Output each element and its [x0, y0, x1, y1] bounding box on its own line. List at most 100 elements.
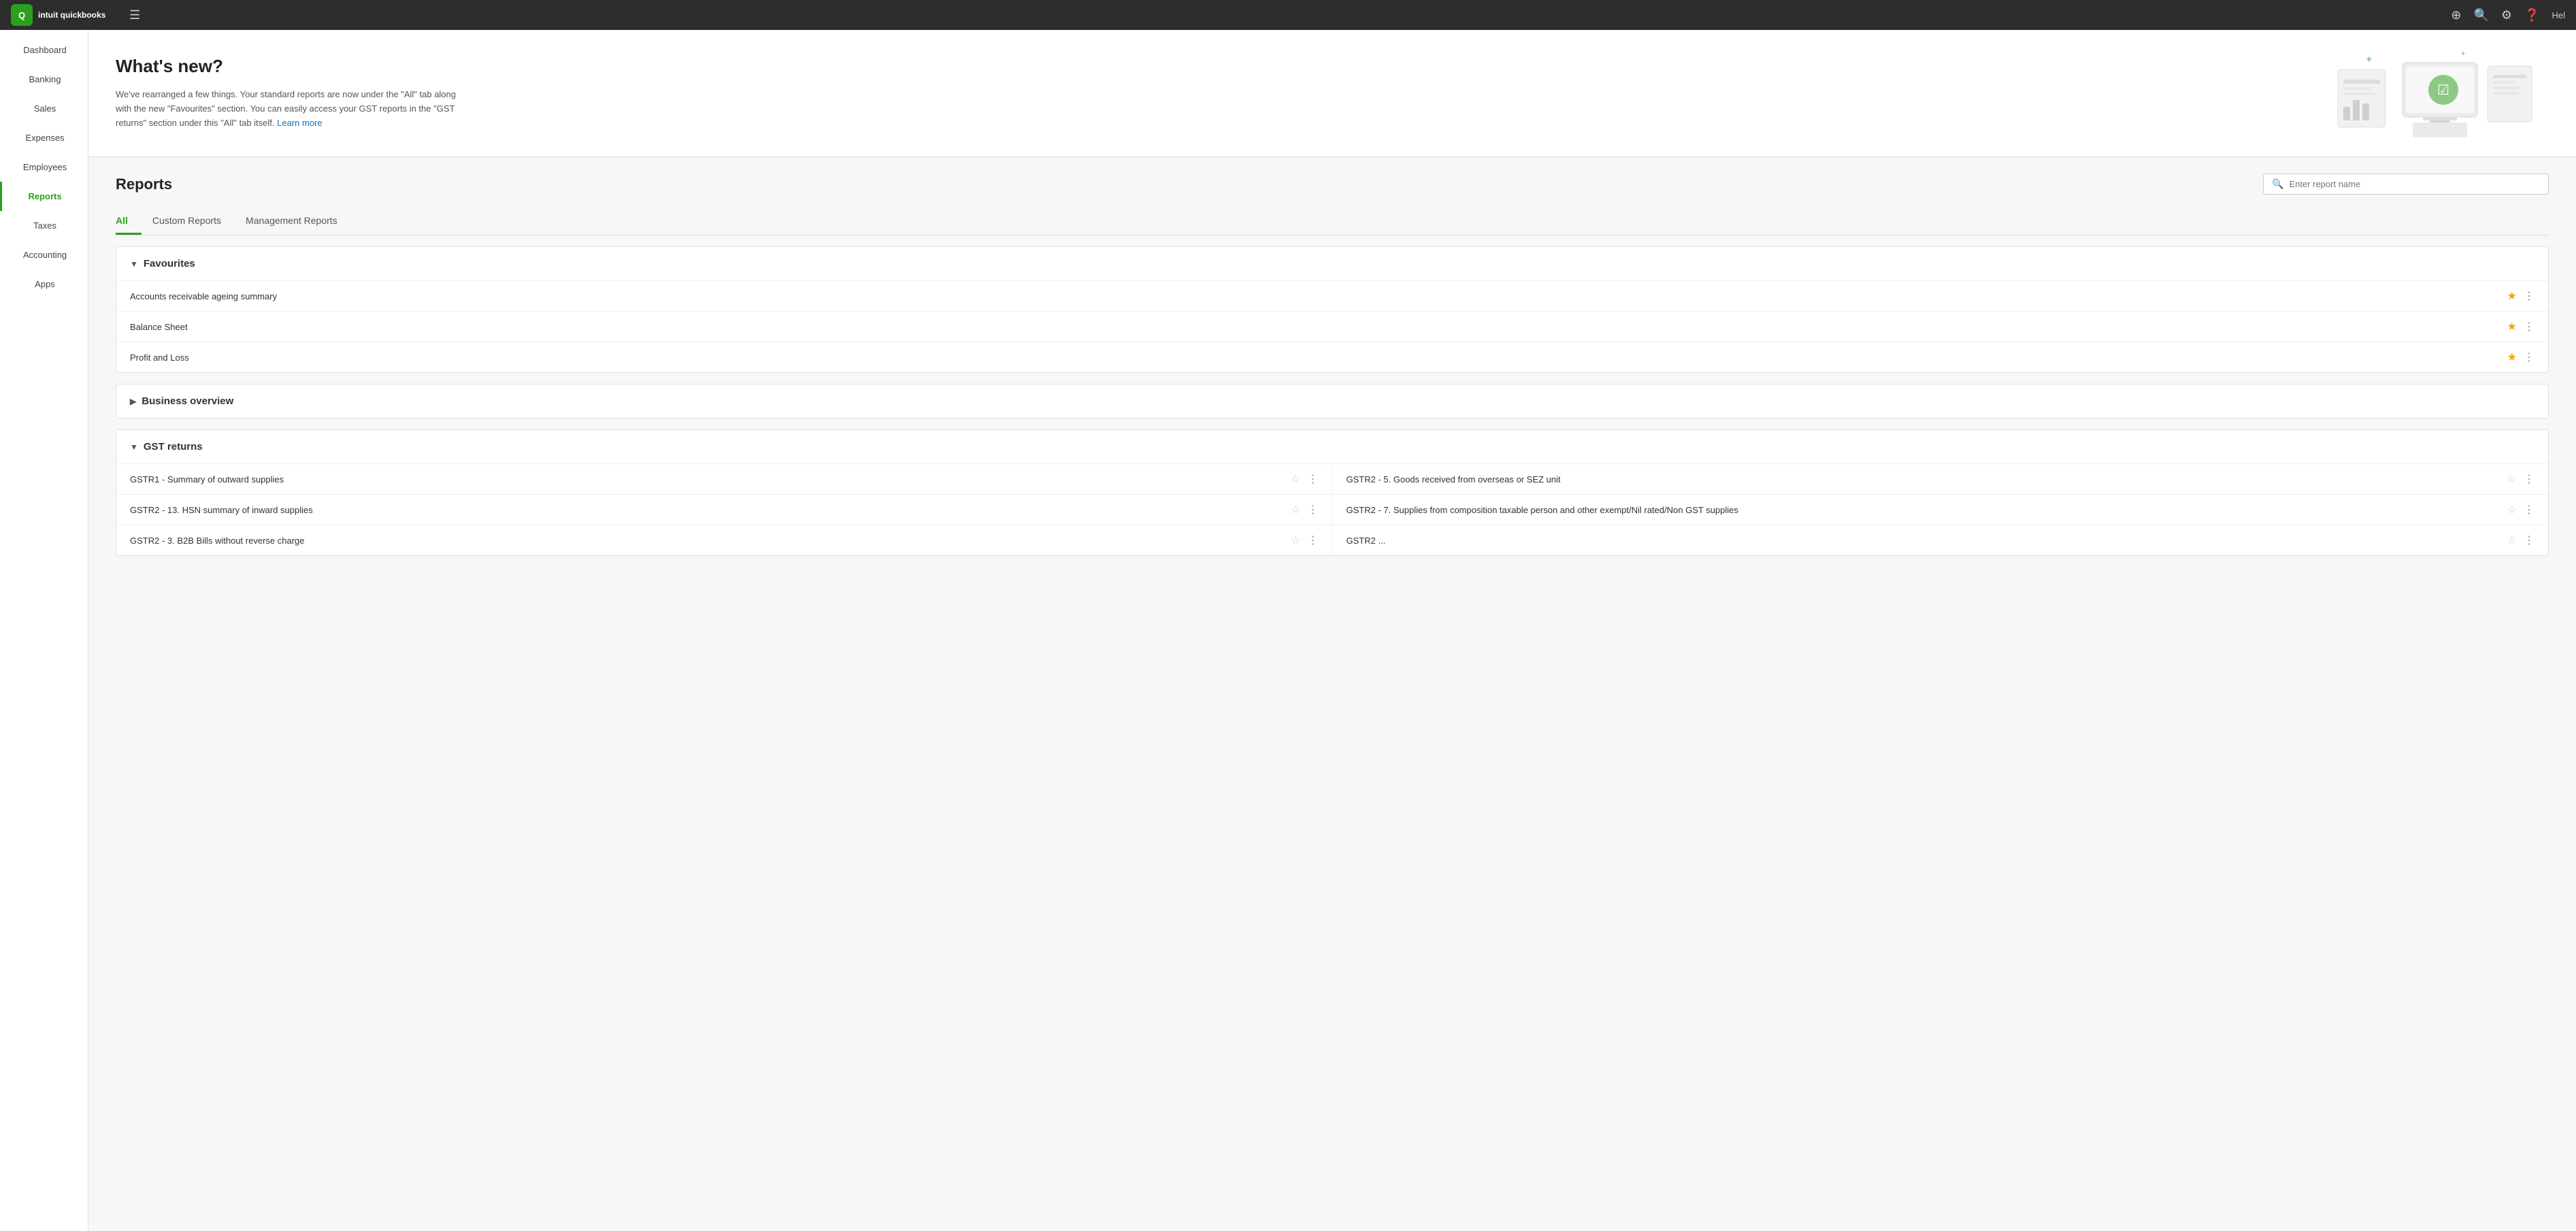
- report-row-actions: ☆ ⋮: [1291, 503, 1318, 516]
- qb-logo: Q intuit quickbooks: [11, 4, 120, 26]
- gear-icon[interactable]: ⚙: [2501, 8, 2512, 22]
- star-icon[interactable]: ☆: [1291, 472, 1300, 486]
- report-name: GSTR2 ...: [1347, 536, 2507, 546]
- gst-returns-title: GST returns: [144, 441, 203, 453]
- more-options-icon[interactable]: ⋮: [2524, 350, 2534, 364]
- reports-header: Reports 🔍: [116, 174, 2549, 195]
- star-icon[interactable]: ★: [2507, 350, 2517, 364]
- star-icon[interactable]: ★: [2507, 320, 2517, 333]
- svg-text:✦: ✦: [2365, 54, 2373, 65]
- star-icon[interactable]: ☆: [2507, 472, 2517, 486]
- tab-management-reports[interactable]: Management Reports: [246, 208, 351, 235]
- business-overview-title: Business overview: [142, 395, 233, 407]
- qb-logo-icon: Q: [11, 4, 33, 26]
- plus-icon[interactable]: ⊕: [2451, 8, 2461, 22]
- favourites-header[interactable]: ▼ Favourites: [116, 247, 2548, 280]
- more-options-icon[interactable]: ⋮: [2524, 503, 2534, 516]
- report-name: GSTR2 - 13. HSN summary of inward suppli…: [130, 505, 1291, 515]
- report-row[interactable]: GSTR2 - 5. Goods received from overseas …: [1333, 463, 2549, 494]
- report-row[interactable]: GSTR2 ... ☆ ⋮: [1333, 525, 2549, 555]
- svg-text:☑: ☑: [2437, 83, 2449, 98]
- report-name: Profit and Loss: [130, 352, 2507, 363]
- more-options-icon[interactable]: ⋮: [2524, 534, 2534, 547]
- reports-section: Reports 🔍 All Custom Reports Management …: [88, 157, 2576, 1231]
- report-row[interactable]: Accounts receivable ageing summary ★ ⋮: [116, 280, 2548, 311]
- help-icon[interactable]: ❓: [2524, 8, 2539, 22]
- reports-title: Reports: [116, 176, 172, 193]
- svg-text:✦: ✦: [2460, 50, 2466, 58]
- sidebar-item-reports[interactable]: Reports: [0, 182, 88, 211]
- svg-text:intuit quickbooks: intuit quickbooks: [38, 10, 106, 20]
- chevron-right-icon: ▶: [130, 397, 136, 406]
- search-icon[interactable]: 🔍: [2474, 8, 2489, 22]
- whats-new-title: What's new?: [116, 56, 469, 77]
- report-row[interactable]: GSTR2 - 3. B2B Bills without reverse cha…: [116, 525, 1332, 555]
- report-name: GSTR2 - 7. Supplies from composition tax…: [1347, 505, 2507, 515]
- report-name: Balance Sheet: [130, 322, 2507, 332]
- sidebar-item-dashboard[interactable]: Dashboard: [0, 35, 88, 65]
- search-input[interactable]: [2289, 179, 2540, 189]
- sidebar-item-taxes[interactable]: Taxes: [0, 211, 88, 240]
- sidebar-item-sales[interactable]: Sales: [0, 94, 88, 123]
- learn-more-link[interactable]: Learn more: [277, 118, 322, 128]
- svg-text:Q: Q: [18, 10, 25, 20]
- whats-new-banner: What's new? We've rearranged a few thing…: [88, 30, 2576, 157]
- logo-text: intuit quickbooks: [38, 5, 120, 24]
- report-row-actions: ☆ ⋮: [1291, 534, 1318, 547]
- sidebar-item-banking[interactable]: Banking: [0, 65, 88, 94]
- report-row-actions: ★ ⋮: [2507, 350, 2534, 364]
- report-row[interactable]: GSTR2 - 13. HSN summary of inward suppli…: [116, 494, 1332, 525]
- sidebar-item-expenses[interactable]: Expenses: [0, 123, 88, 152]
- report-row[interactable]: Balance Sheet ★ ⋮: [116, 311, 2548, 342]
- more-options-icon[interactable]: ⋮: [2524, 472, 2534, 486]
- star-icon[interactable]: ☆: [2507, 534, 2517, 547]
- business-overview-section: ▶ Business overview: [116, 384, 2549, 418]
- sidebar-item-apps[interactable]: Apps: [0, 269, 88, 299]
- report-name: GSTR1 - Summary of outward supplies: [130, 474, 1291, 485]
- more-options-icon[interactable]: ⋮: [1308, 503, 1319, 516]
- whats-new-body: We've rearranged a few things. Your stan…: [116, 88, 469, 130]
- topnav: Q intuit quickbooks ☰ ⊕ 🔍 ⚙ ❓ Hel: [0, 0, 2576, 30]
- report-name: GSTR2 - 3. B2B Bills without reverse cha…: [130, 536, 1291, 546]
- report-row[interactable]: GSTR1 - Summary of outward supplies ☆ ⋮: [116, 463, 1332, 494]
- star-icon[interactable]: ☆: [1291, 503, 1300, 516]
- tab-all[interactable]: All: [116, 208, 142, 235]
- gst-col-left: GSTR1 - Summary of outward supplies ☆ ⋮ …: [116, 463, 1333, 555]
- search-box[interactable]: 🔍: [2263, 174, 2549, 195]
- topnav-right: ⊕ 🔍 ⚙ ❓ Hel: [2451, 8, 2565, 22]
- more-options-icon[interactable]: ⋮: [1308, 534, 1319, 547]
- chevron-down-icon: ▼: [130, 259, 138, 269]
- report-name: GSTR2 - 5. Goods received from overseas …: [1347, 474, 2507, 485]
- report-name: Accounts receivable ageing summary: [130, 291, 2507, 301]
- star-icon[interactable]: ☆: [2507, 503, 2517, 516]
- report-row[interactable]: Profit and Loss ★ ⋮: [116, 342, 2548, 372]
- business-overview-header[interactable]: ▶ Business overview: [116, 384, 2548, 418]
- search-icon: 🔍: [2272, 178, 2283, 190]
- sidebar-item-accounting[interactable]: Accounting: [0, 240, 88, 269]
- gst-returns-header[interactable]: ▼ GST returns: [116, 430, 2548, 463]
- tab-custom-reports[interactable]: Custom Reports: [152, 208, 235, 235]
- report-row-actions: ☆ ⋮: [1291, 472, 1318, 486]
- hamburger-icon[interactable]: ☰: [129, 8, 140, 22]
- sidebar-item-employees[interactable]: Employees: [0, 152, 88, 182]
- content-area: What's new? We've rearranged a few thing…: [88, 30, 2576, 1231]
- star-icon[interactable]: ★: [2507, 289, 2517, 303]
- more-options-icon[interactable]: ⋮: [2524, 320, 2534, 333]
- favourites-title: Favourites: [144, 258, 195, 269]
- more-options-icon[interactable]: ⋮: [1308, 472, 1319, 486]
- report-row[interactable]: GSTR2 - 7. Supplies from composition tax…: [1333, 494, 2549, 525]
- gst-col-right: GSTR2 - 5. Goods received from overseas …: [1333, 463, 2549, 555]
- star-icon[interactable]: ☆: [1291, 534, 1300, 547]
- more-options-icon[interactable]: ⋮: [2524, 289, 2534, 303]
- whats-new-text: What's new? We've rearranged a few thing…: [116, 56, 469, 130]
- help-label[interactable]: Hel: [2552, 10, 2565, 20]
- gst-returns-section: ▼ GST returns GSTR1 - Summary of outward…: [116, 429, 2549, 556]
- main-layout: Dashboard Banking Sales Expenses Employe…: [0, 30, 2576, 1231]
- report-tabs: All Custom Reports Management Reports: [116, 208, 2549, 235]
- sidebar: Dashboard Banking Sales Expenses Employe…: [0, 30, 88, 1231]
- report-row-actions: ★ ⋮: [2507, 289, 2534, 303]
- report-row-actions: ☆ ⋮: [2507, 534, 2534, 547]
- chevron-down-icon: ▼: [130, 442, 138, 452]
- gst-rows: GSTR1 - Summary of outward supplies ☆ ⋮ …: [116, 463, 2548, 555]
- banner-illustration: ✦ ✦ ✦ ✦: [2317, 49, 2549, 137]
